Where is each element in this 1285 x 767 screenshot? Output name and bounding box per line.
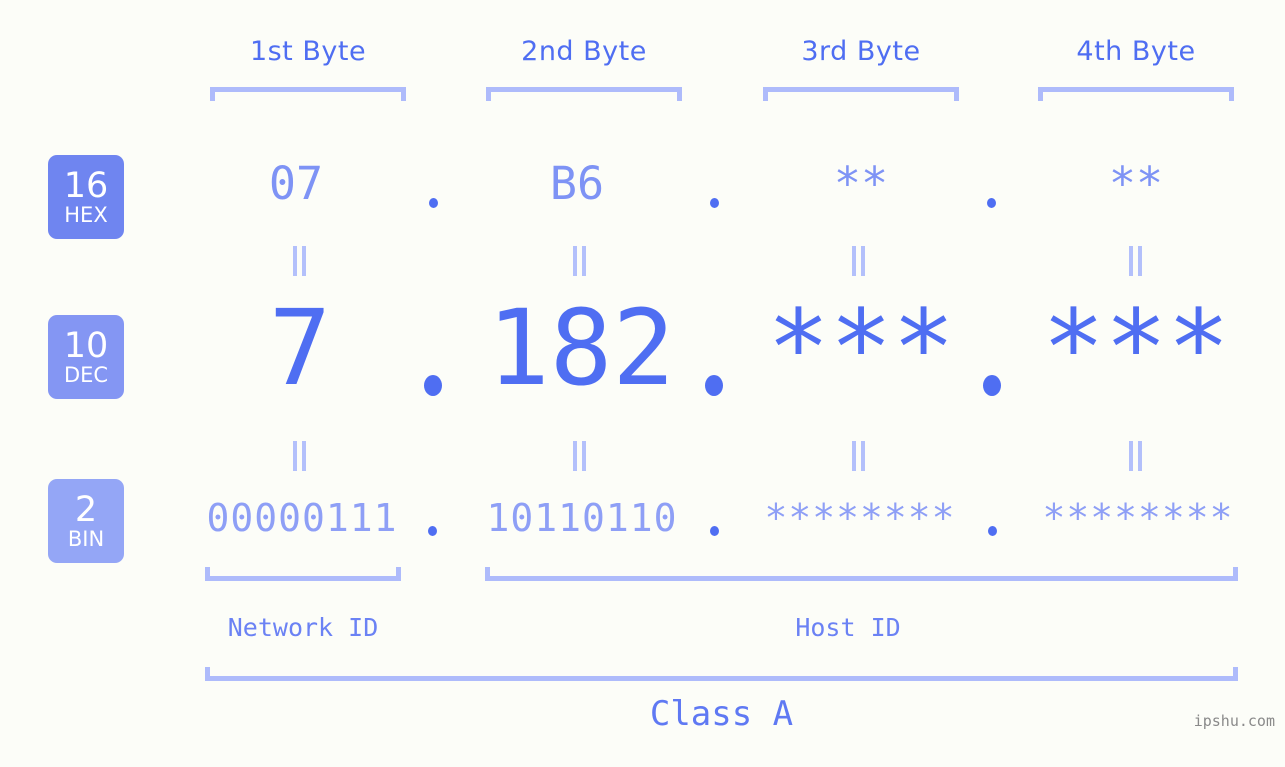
- class-label: Class A: [649, 694, 794, 734]
- equals-icon-hex-dec-4: [1128, 246, 1144, 276]
- host-id-label: Host ID: [795, 613, 901, 642]
- byte-bracket-2: [486, 87, 682, 101]
- hex-byte-3: **: [833, 157, 889, 210]
- dec-byte-2: 182: [487, 287, 675, 409]
- byte-bracket-1: [210, 87, 406, 101]
- network-id-bracket: [205, 567, 401, 581]
- dec-byte-1: 7: [268, 287, 332, 409]
- base-badge-dec-name: DEC: [63, 362, 109, 387]
- byte-header-label-1: 1st Byte: [249, 36, 367, 67]
- hex-byte-2: B6: [549, 157, 605, 210]
- network-id-label: Network ID: [227, 613, 379, 642]
- byte-bracket-3: [763, 87, 959, 101]
- bin-byte-4: ********: [1042, 496, 1234, 540]
- bin-separator-dot-2: [710, 526, 719, 536]
- equals-icon-dec-bin-4: [1128, 441, 1144, 471]
- ip-address-class-diagram: 1st Byte 2nd Byte 3rd Byte 4th Byte 16 H…: [0, 0, 1285, 767]
- base-badge-bin-number: 2: [74, 489, 98, 530]
- bin-separator-dot-1: [428, 526, 437, 536]
- dec-separator-dot-2: [705, 375, 723, 396]
- byte-bracket-4: [1038, 87, 1234, 101]
- base-badge-hex-number: 16: [63, 165, 109, 206]
- base-badge-hex[interactable]: 16 HEX: [48, 155, 124, 239]
- base-badge-bin-name: BIN: [67, 526, 105, 551]
- hex-byte-4: **: [1108, 157, 1164, 210]
- equals-icon-dec-bin-1: [292, 441, 308, 471]
- base-badge-bin[interactable]: 2 BIN: [48, 479, 124, 563]
- dec-byte-4: ***: [1042, 287, 1230, 409]
- equals-icon-dec-bin-2: [572, 441, 588, 471]
- byte-header-label-2: 2nd Byte: [521, 36, 647, 67]
- base-badge-dec[interactable]: 10 DEC: [48, 315, 124, 399]
- equals-icon-hex-dec-3: [851, 246, 867, 276]
- bin-separator-dot-3: [988, 526, 997, 536]
- hex-separator-dot-2: [710, 198, 719, 208]
- byte-header-label-3: 3rd Byte: [801, 36, 921, 67]
- equals-icon-hex-dec-1: [292, 246, 308, 276]
- host-id-bracket: [485, 567, 1238, 581]
- dec-separator-dot-3: [983, 375, 1001, 396]
- hex-separator-dot-1: [429, 198, 438, 208]
- site-watermark: ipshu.com: [1193, 712, 1275, 730]
- base-badge-dec-number: 10: [63, 325, 109, 366]
- equals-icon-hex-dec-2: [572, 246, 588, 276]
- hex-byte-1: 07: [268, 157, 324, 210]
- bin-byte-3: ********: [764, 496, 956, 540]
- class-bracket: [205, 667, 1238, 681]
- base-badge-hex-name: HEX: [64, 202, 108, 227]
- dec-byte-3: ***: [767, 287, 955, 409]
- equals-icon-dec-bin-3: [851, 441, 867, 471]
- bin-byte-2: 10110110: [486, 496, 678, 540]
- hex-separator-dot-3: [987, 198, 996, 208]
- byte-header-label-4: 4th Byte: [1076, 36, 1196, 67]
- dec-separator-dot-1: [424, 375, 442, 396]
- bin-byte-1: 00000111: [206, 496, 398, 540]
